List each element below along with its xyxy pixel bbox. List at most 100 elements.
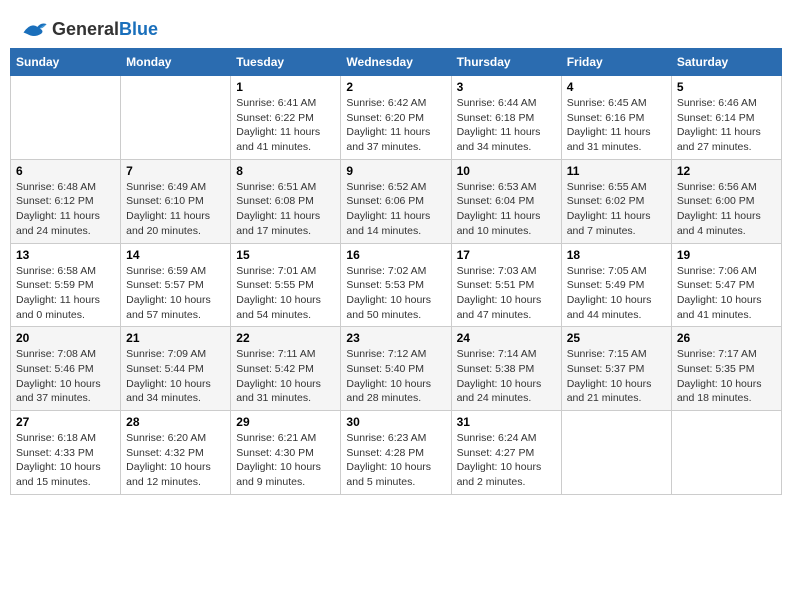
week-row-5: 27 Sunrise: 6:18 AM Sunset: 4:33 PM Dayli…	[11, 411, 782, 495]
calendar-cell: 30 Sunrise: 6:23 AM Sunset: 4:28 PM Dayli…	[341, 411, 451, 495]
day-info: Sunrise: 6:44 AM Sunset: 6:18 PM Dayligh…	[457, 96, 556, 155]
day-number: 16	[346, 248, 445, 262]
day-number: 8	[236, 164, 335, 178]
day-info: Sunrise: 6:51 AM Sunset: 6:08 PM Dayligh…	[236, 180, 335, 239]
calendar-cell	[671, 411, 781, 495]
day-info: Sunrise: 7:14 AM Sunset: 5:38 PM Dayligh…	[457, 347, 556, 406]
calendar-cell: 22 Sunrise: 7:11 AM Sunset: 5:42 PM Dayli…	[231, 327, 341, 411]
calendar-cell	[121, 76, 231, 160]
day-info: Sunrise: 7:11 AM Sunset: 5:42 PM Dayligh…	[236, 347, 335, 406]
day-number: 22	[236, 331, 335, 345]
day-number: 23	[346, 331, 445, 345]
calendar-cell: 29 Sunrise: 6:21 AM Sunset: 4:30 PM Dayli…	[231, 411, 341, 495]
calendar-cell: 10 Sunrise: 6:53 AM Sunset: 6:04 PM Dayli…	[451, 159, 561, 243]
calendar-cell: 13 Sunrise: 6:58 AM Sunset: 5:59 PM Dayli…	[11, 243, 121, 327]
day-number: 24	[457, 331, 556, 345]
day-number: 4	[567, 80, 666, 94]
day-number: 3	[457, 80, 556, 94]
calendar-cell: 17 Sunrise: 7:03 AM Sunset: 5:51 PM Dayli…	[451, 243, 561, 327]
day-number: 27	[16, 415, 115, 429]
day-info: Sunrise: 7:01 AM Sunset: 5:55 PM Dayligh…	[236, 264, 335, 323]
day-info: Sunrise: 6:42 AM Sunset: 6:20 PM Dayligh…	[346, 96, 445, 155]
calendar-cell: 2 Sunrise: 6:42 AM Sunset: 6:20 PM Daylig…	[341, 76, 451, 160]
day-info: Sunrise: 6:21 AM Sunset: 4:30 PM Dayligh…	[236, 431, 335, 490]
day-number: 28	[126, 415, 225, 429]
day-number: 5	[677, 80, 776, 94]
day-info: Sunrise: 6:20 AM Sunset: 4:32 PM Dayligh…	[126, 431, 225, 490]
day-number: 11	[567, 164, 666, 178]
day-number: 20	[16, 331, 115, 345]
calendar-cell: 7 Sunrise: 6:49 AM Sunset: 6:10 PM Daylig…	[121, 159, 231, 243]
day-number: 10	[457, 164, 556, 178]
calendar-cell: 28 Sunrise: 6:20 AM Sunset: 4:32 PM Dayli…	[121, 411, 231, 495]
day-info: Sunrise: 7:08 AM Sunset: 5:46 PM Dayligh…	[16, 347, 115, 406]
day-number: 18	[567, 248, 666, 262]
calendar-cell: 14Sunrise: 6:59 AM Sunset: 5:57 PM Dayli…	[121, 243, 231, 327]
day-info: Sunrise: 6:48 AM Sunset: 6:12 PM Dayligh…	[16, 180, 115, 239]
calendar-cell: 4 Sunrise: 6:45 AM Sunset: 6:16 PM Daylig…	[561, 76, 671, 160]
day-number: 1	[236, 80, 335, 94]
weekday-header-monday: Monday	[121, 49, 231, 76]
day-info: Sunrise: 6:23 AM Sunset: 4:28 PM Dayligh…	[346, 431, 445, 490]
day-info: Sunrise: 6:24 AM Sunset: 4:27 PM Dayligh…	[457, 431, 556, 490]
page-header: GeneralBlue	[10, 10, 782, 48]
day-info: Sunrise: 6:45 AM Sunset: 6:16 PM Dayligh…	[567, 96, 666, 155]
week-row-3: 13 Sunrise: 6:58 AM Sunset: 5:59 PM Dayli…	[11, 243, 782, 327]
calendar-cell	[11, 76, 121, 160]
day-info: Sunrise: 7:03 AM Sunset: 5:51 PM Dayligh…	[457, 264, 556, 323]
day-number: 19	[677, 248, 776, 262]
day-number: 15	[236, 248, 335, 262]
day-info: Sunrise: 7:09 AM Sunset: 5:44 PM Dayligh…	[126, 347, 225, 406]
calendar-cell: 9Sunrise: 6:52 AM Sunset: 6:06 PM Daylig…	[341, 159, 451, 243]
calendar-cell: 19 Sunrise: 7:06 AM Sunset: 5:47 PM Dayli…	[671, 243, 781, 327]
day-info: Sunrise: 6:41 AM Sunset: 6:22 PM Dayligh…	[236, 96, 335, 155]
calendar-cell: 8 Sunrise: 6:51 AM Sunset: 6:08 PM Daylig…	[231, 159, 341, 243]
day-number: 14	[126, 248, 225, 262]
calendar-cell: 16 Sunrise: 7:02 AM Sunset: 5:53 PM Dayli…	[341, 243, 451, 327]
day-info: Sunrise: 6:56 AM Sunset: 6:00 PM Dayligh…	[677, 180, 776, 239]
day-number: 21	[126, 331, 225, 345]
day-info: Sunrise: 7:02 AM Sunset: 5:53 PM Dayligh…	[346, 264, 445, 323]
day-info: Sunrise: 7:06 AM Sunset: 5:47 PM Dayligh…	[677, 264, 776, 323]
day-number: 6	[16, 164, 115, 178]
day-info: Sunrise: 6:55 AM Sunset: 6:02 PM Dayligh…	[567, 180, 666, 239]
day-number: 2	[346, 80, 445, 94]
calendar-cell: 24 Sunrise: 7:14 AM Sunset: 5:38 PM Dayli…	[451, 327, 561, 411]
calendar-table: SundayMondayTuesdayWednesdayThursdayFrid…	[10, 48, 782, 495]
calendar-cell: 3 Sunrise: 6:44 AM Sunset: 6:18 PM Daylig…	[451, 76, 561, 160]
calendar-cell: 21 Sunrise: 7:09 AM Sunset: 5:44 PM Dayli…	[121, 327, 231, 411]
day-number: 29	[236, 415, 335, 429]
weekday-header-saturday: Saturday	[671, 49, 781, 76]
weekday-header-wednesday: Wednesday	[341, 49, 451, 76]
day-number: 25	[567, 331, 666, 345]
week-row-2: 6 Sunrise: 6:48 AM Sunset: 6:12 PM Daylig…	[11, 159, 782, 243]
weekday-header-sunday: Sunday	[11, 49, 121, 76]
day-number: 26	[677, 331, 776, 345]
day-number: 13	[16, 248, 115, 262]
logo-blue-text: Blue	[119, 19, 158, 39]
day-number: 30	[346, 415, 445, 429]
day-info: Sunrise: 6:49 AM Sunset: 6:10 PM Dayligh…	[126, 180, 225, 239]
day-info: Sunrise: 6:53 AM Sunset: 6:04 PM Dayligh…	[457, 180, 556, 239]
logo: GeneralBlue	[20, 18, 158, 40]
logo-bird-icon	[20, 18, 48, 40]
day-info: Sunrise: 6:58 AM Sunset: 5:59 PM Dayligh…	[16, 264, 115, 323]
day-number: 31	[457, 415, 556, 429]
calendar-cell: 12Sunrise: 6:56 AM Sunset: 6:00 PM Dayli…	[671, 159, 781, 243]
calendar-cell: 23 Sunrise: 7:12 AM Sunset: 5:40 PM Dayli…	[341, 327, 451, 411]
logo-general-text: General	[52, 19, 119, 39]
day-info: Sunrise: 6:18 AM Sunset: 4:33 PM Dayligh…	[16, 431, 115, 490]
weekday-header-friday: Friday	[561, 49, 671, 76]
calendar-cell: 18Sunrise: 7:05 AM Sunset: 5:49 PM Dayli…	[561, 243, 671, 327]
weekday-header-tuesday: Tuesday	[231, 49, 341, 76]
day-number: 7	[126, 164, 225, 178]
day-number: 17	[457, 248, 556, 262]
day-number: 9	[346, 164, 445, 178]
calendar-cell: 6 Sunrise: 6:48 AM Sunset: 6:12 PM Daylig…	[11, 159, 121, 243]
day-info: Sunrise: 7:12 AM Sunset: 5:40 PM Dayligh…	[346, 347, 445, 406]
calendar-cell: 31 Sunrise: 6:24 AM Sunset: 4:27 PM Dayli…	[451, 411, 561, 495]
weekday-header-thursday: Thursday	[451, 49, 561, 76]
calendar-cell: 1 Sunrise: 6:41 AM Sunset: 6:22 PM Daylig…	[231, 76, 341, 160]
week-row-4: 20 Sunrise: 7:08 AM Sunset: 5:46 PM Dayli…	[11, 327, 782, 411]
calendar-cell: 15 Sunrise: 7:01 AM Sunset: 5:55 PM Dayli…	[231, 243, 341, 327]
